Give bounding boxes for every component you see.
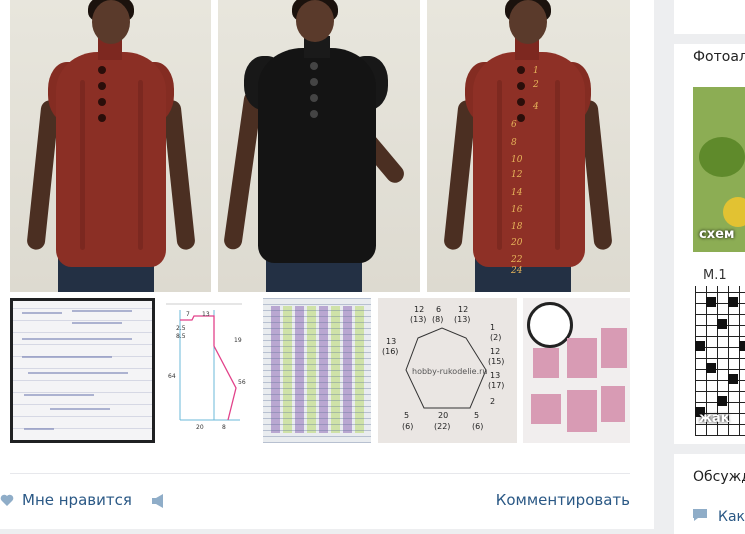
row-number-label: 8 (511, 138, 517, 148)
like-button[interactable]: Мне нравится (0, 491, 132, 509)
num-8: (8) (432, 315, 443, 324)
photo-model-red-tunic-numbered[interactable]: 1 2 4 6 8 10 12 14 16 18 20 22 24 (427, 0, 630, 292)
row-number-label: 1 (533, 66, 539, 76)
thumb-pink-pieces[interactable] (523, 298, 630, 443)
right-sidebar: Фотоал схем М.1 жак Обсужд (674, 0, 745, 534)
album-thumb-jacquard[interactable]: М.1 жак (693, 264, 745, 436)
chart-label: М.1 (703, 268, 727, 283)
watermark: hobby-rukodelie.ru (412, 367, 487, 376)
megaphone-icon[interactable] (150, 493, 168, 509)
thumb-handwritten-notes[interactable] (10, 298, 155, 443)
photo-model-red-tunic[interactable] (10, 0, 211, 292)
num-12b: 12 (458, 305, 468, 314)
row-number-label: 12 (511, 170, 523, 180)
post-divider (10, 473, 630, 474)
like-label: Мне нравится (22, 491, 132, 509)
post-actions: Мне нравится Комментировать (0, 485, 654, 515)
tick-64: 64 (168, 373, 176, 380)
row-number-label: 4 (533, 102, 539, 112)
discussions-title[interactable]: Обсужд (693, 469, 745, 485)
row-number-label: 20 (511, 238, 523, 248)
num-13b: (13) (454, 315, 470, 324)
thumb-pattern-diagram[interactable]: 2.5 8.5 7 13 19 64 56 20 8 (162, 298, 256, 433)
thumb-knitting-chart[interactable] (263, 298, 371, 443)
wall-post: 1 2 4 6 8 10 12 14 16 18 20 22 24 2.5 8.5 7 13 19 64… (0, 0, 654, 529)
num-13d: 13 (490, 371, 500, 380)
tick-56: 56 (238, 379, 246, 386)
row-number-label: 6 (511, 120, 517, 130)
tick-7: 7 (186, 311, 190, 318)
pattern-diagram-svg: 2.5 8.5 7 13 19 64 56 20 8 (166, 303, 246, 431)
discussion-item[interactable]: Как (692, 508, 745, 526)
comment-button[interactable]: Комментировать (496, 491, 630, 509)
num-2: (2) (490, 333, 501, 342)
tick-8.5: 8.5 (176, 333, 186, 340)
sidebar-top-card (674, 0, 745, 34)
num-20: 20 (438, 411, 448, 420)
album-caption-scheme: схем (699, 227, 735, 242)
heart-icon (0, 493, 14, 507)
albums-title[interactable]: Фотоал (693, 49, 745, 65)
num-15: (15) (488, 357, 504, 366)
num-1: 1 (490, 323, 495, 332)
num-6: 6 (436, 305, 441, 314)
row-number-label: 16 (511, 205, 523, 215)
row-number-label: 22 (511, 255, 523, 265)
row-number-label: 10 (511, 155, 523, 165)
album-caption-jacquard: жак (699, 411, 730, 426)
num-22: (22) (434, 422, 450, 431)
tick-20: 20 (196, 424, 204, 431)
tick-19: 19 (234, 337, 242, 344)
num-6c: (6) (472, 422, 483, 431)
discussions-card: Обсужд Как (674, 454, 745, 534)
row-number-label: 2 (533, 80, 539, 90)
photo-albums-card: Фотоал схем М.1 жак (674, 44, 745, 444)
row-number-label: 14 (511, 188, 523, 198)
num-5b: 5 (474, 411, 479, 420)
num-2b: 2 (490, 397, 495, 406)
num-12: 12 (414, 305, 424, 314)
sleeve-schematic-svg: 12 (13) 6 (8) 12 (13) 1 (2) 12 (15) 13 (… (382, 305, 504, 431)
num-12c: 12 (490, 347, 500, 356)
tick-8: 8 (222, 424, 226, 431)
num-13: (13) (410, 315, 426, 324)
tick-13: 13 (202, 311, 210, 318)
num-5: 5 (404, 411, 409, 420)
discussion-item-label: Как (718, 509, 745, 525)
tick-2.5: 2.5 (176, 325, 186, 332)
thumb-sleeve-schematic[interactable]: 12 (13) 6 (8) 12 (13) 1 (2) 12 (15) 13 (… (378, 298, 517, 443)
num-16: (16) (382, 347, 398, 356)
photo-model-black-tunic[interactable] (218, 0, 420, 292)
row-number-label: 24 (511, 266, 523, 276)
num-17: (17) (488, 381, 504, 390)
speech-bubble-icon (692, 508, 708, 526)
num-6b: (6) (402, 422, 413, 431)
num-13c: 13 (386, 337, 396, 346)
row-number-label: 18 (511, 222, 523, 232)
album-thumb-scheme[interactable]: схем (693, 87, 745, 252)
